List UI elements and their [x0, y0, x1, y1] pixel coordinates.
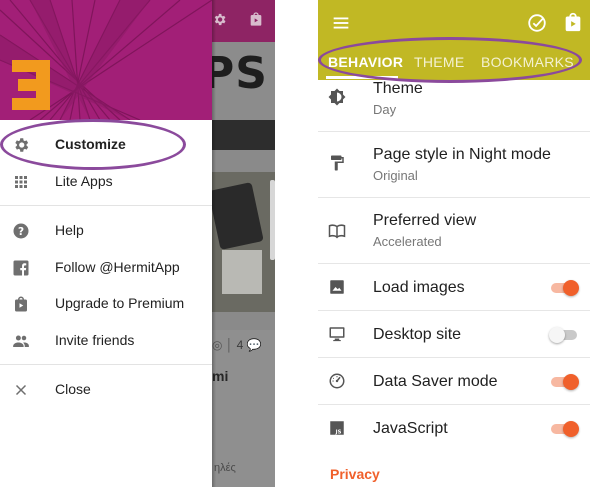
setting-title: Page style in Night mode	[373, 146, 551, 163]
setting-title: JavaScript	[373, 420, 448, 437]
theme-brightness-icon	[328, 88, 346, 106]
drawer-header	[0, 0, 212, 120]
load-images-toggle[interactable]	[551, 280, 579, 296]
desktop-site-toggle[interactable]	[549, 327, 579, 343]
speedometer-icon	[329, 373, 345, 389]
background-banner-text: PS	[212, 48, 268, 99]
close-icon	[15, 384, 27, 396]
drawer-item-label: Upgrade to Premium	[55, 295, 185, 311]
drawer-item-close[interactable]: Close	[0, 371, 212, 408]
book-open-icon	[328, 224, 346, 239]
background-comment-count: 4	[236, 338, 244, 352]
tabs-highlight-oval	[318, 37, 582, 83]
svg-text:?: ?	[18, 226, 24, 238]
setting-subtitle: Day	[373, 102, 397, 117]
setting-desktop-site[interactable]: Desktop site	[318, 311, 590, 358]
background-dark-strip	[212, 120, 275, 150]
setting-title: Load images	[373, 279, 465, 296]
setting-title: Preferred view	[373, 212, 477, 229]
drawer-divider	[0, 364, 212, 365]
privacy-section-header: Privacy	[330, 466, 380, 482]
comment-icon: 💬	[246, 338, 262, 352]
drawer-divider	[0, 205, 212, 206]
drawer-item-follow[interactable]: Follow @HermitApp	[0, 249, 212, 286]
paint-roller-icon	[331, 155, 344, 171]
drawer-item-label: Follow @HermitApp	[55, 259, 180, 275]
drawer-item-label: Lite Apps	[55, 173, 113, 189]
apps-grid-icon	[15, 176, 27, 188]
javascript-toggle[interactable]	[551, 421, 579, 437]
people-icon	[13, 335, 29, 347]
image-icon	[330, 280, 344, 294]
svg-text:JS: JS	[335, 429, 342, 435]
setting-javascript[interactable]: JS JavaScript	[318, 405, 590, 452]
shopping-bag-icon	[15, 296, 27, 312]
desktop-monitor-icon	[329, 327, 345, 342]
navigation-drawer: Customize Lite Apps ? Help Follow @Hermi…	[0, 0, 212, 487]
facebook-icon	[13, 260, 29, 276]
help-icon: ?	[13, 223, 29, 239]
setting-preferred-view[interactable]: Preferred view Accelerated	[318, 198, 590, 264]
javascript-file-icon: JS	[330, 421, 344, 435]
shopping-bag-icon	[250, 12, 262, 26]
setting-title: Desktop site	[373, 326, 462, 343]
data-saver-toggle[interactable]	[551, 374, 579, 390]
setting-subtitle: Accelerated	[373, 234, 442, 249]
background-meta-row: ◎ │ 4 💬	[212, 338, 262, 352]
drawer-item-invite[interactable]: Invite friends	[0, 322, 212, 359]
background-app-content: PS ◎ │ 4 💬 mi ηλές	[212, 0, 275, 487]
setting-title: Data Saver mode	[373, 373, 498, 390]
drawer-item-upgrade[interactable]: Upgrade to Premium	[0, 285, 212, 322]
shopping-bag-icon[interactable]	[562, 11, 584, 33]
left-screenshot: PS ◎ │ 4 💬 mi ηλές Customize Lite Apps ?…	[0, 0, 275, 487]
setting-load-images[interactable]: Load images	[318, 264, 590, 311]
background-text-fragment: ηλές	[214, 462, 236, 474]
background-photo-box	[222, 250, 262, 294]
setting-subtitle: Original	[373, 168, 418, 183]
setting-theme[interactable]: Theme Day	[318, 80, 590, 132]
setting-data-saver[interactable]: Data Saver mode	[318, 358, 590, 405]
drawer-item-label: Invite friends	[55, 332, 135, 348]
setting-title: Theme	[373, 80, 423, 97]
drawer-item-help[interactable]: ? Help	[0, 212, 212, 249]
drawer-shadow	[212, 0, 216, 487]
hamburger-menu-icon[interactable]	[330, 12, 352, 34]
customize-highlight-oval	[0, 119, 186, 170]
setting-page-style-night[interactable]: Page style in Night mode Original	[318, 132, 590, 198]
drawer-item-label: Close	[55, 381, 91, 397]
hermit-logo	[12, 60, 50, 110]
background-banner: PS	[212, 42, 275, 120]
check-circle-icon[interactable]	[526, 12, 548, 34]
background-scrollbar	[270, 180, 275, 260]
drawer-item-label: Help	[55, 222, 84, 238]
